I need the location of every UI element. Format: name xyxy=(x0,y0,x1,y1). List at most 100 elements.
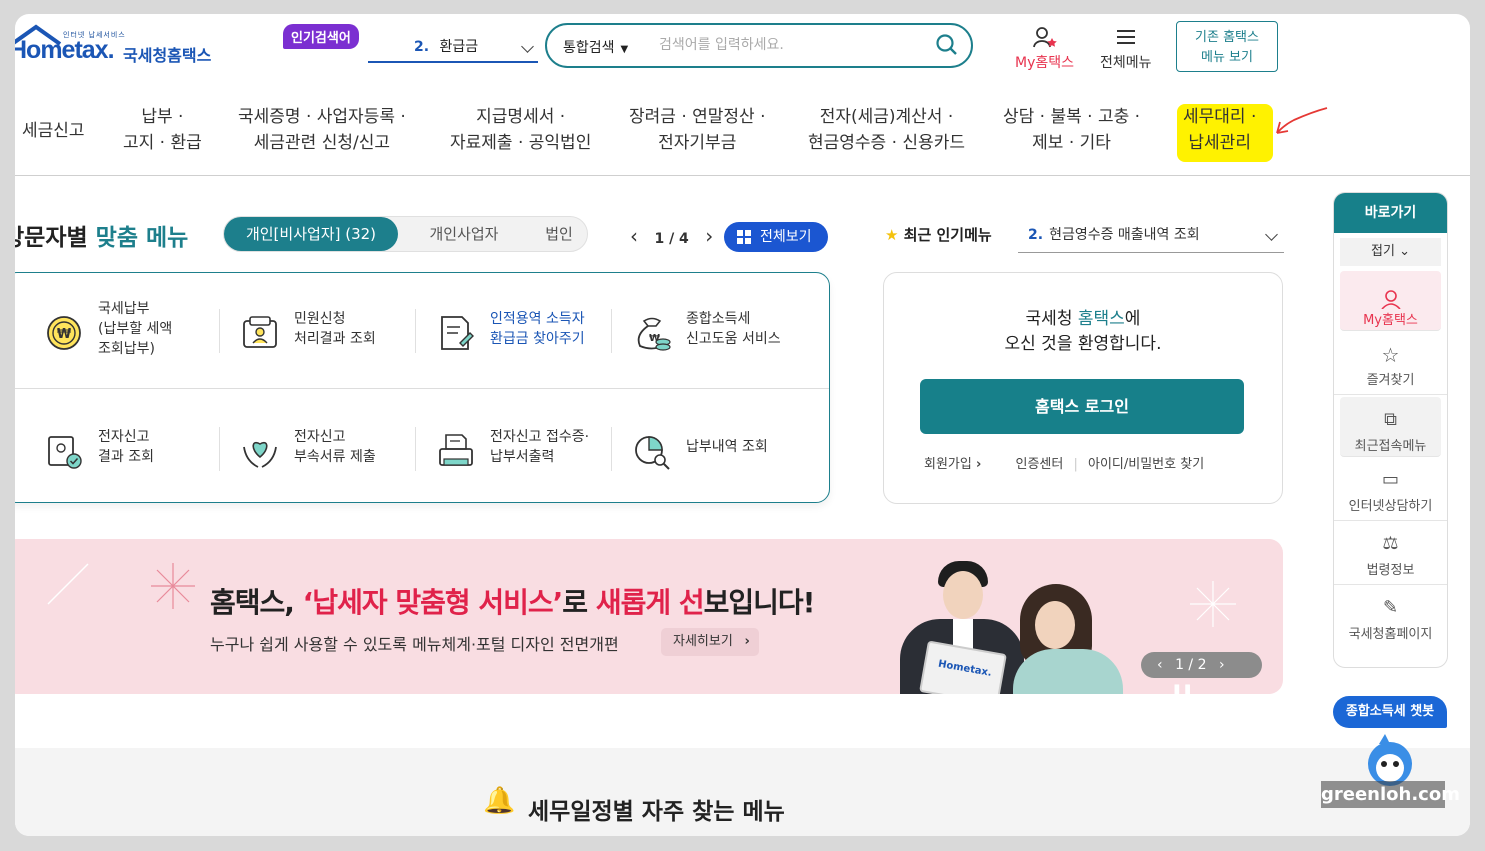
tab-corporation[interactable]: 법인 xyxy=(524,217,594,251)
fold-button[interactable]: 접기 ⌄ xyxy=(1340,238,1441,266)
menu-tax-payment[interactable]: ₩ 국세납부 (납부할 세액 조회납부) xyxy=(24,291,220,371)
visitor-tabs: 개인[비사업자] (32) 개인사업자 법인 xyxy=(223,216,588,252)
find-account-link[interactable]: 아이디/비밀번호 찾기 xyxy=(1088,457,1204,472)
banner-subtitle: 누구나 쉽게 사용할 수 있도록 메뉴체계·포털 디자인 전면개편 xyxy=(210,635,619,654)
search-input[interactable] xyxy=(659,34,919,56)
banner-title: 홈택스, ‘납세자 맞춤형 서비스’로 새롭게 선보입니다! xyxy=(210,581,815,621)
search-icon[interactable] xyxy=(935,33,959,57)
recent-label-text: 최근 인기메뉴 xyxy=(903,226,992,244)
search-scope-select[interactable]: 통합검색 ▼ xyxy=(563,37,628,57)
welcome-b: 홈택스 xyxy=(1077,309,1125,329)
chevron-right-icon[interactable]: › xyxy=(1219,657,1225,673)
menu-income-tax-help[interactable]: ₩ 종합소득세 신고도움 서비스 xyxy=(612,291,808,371)
banner-t2: ‘납세자 맞춤형 서비스’ xyxy=(302,586,564,619)
old-hometax-button[interactable]: 기존 홈택스 메뉴 보기 xyxy=(1176,21,1278,72)
menu-refund-finder[interactable]: 인적용역 소득자 환급금 찾아주기 xyxy=(416,291,612,371)
recent-menu-icon: ⧉ xyxy=(1384,409,1397,430)
cell-label: 인적용역 소득자 환급금 찾아주기 xyxy=(490,311,585,347)
menu-receipt-print[interactable]: 전자신고 접수증· 납부서출력 xyxy=(416,409,612,489)
quick-law[interactable]: ⚖ 법령정보 xyxy=(1334,521,1447,585)
promo-banner[interactable]: 홈택스, ‘납세자 맞춤형 서비스’로 새롭게 선보입니다! 누구나 쉽게 사용… xyxy=(15,539,1283,694)
nav-certificate[interactable]: 국세증명 · 사업자등록 · 세금관련 신청/신고 xyxy=(238,104,406,156)
login-button[interactable]: 홈택스 로그인 xyxy=(920,379,1244,434)
banner-t4: 새롭게 선 xyxy=(595,586,705,619)
search-box: 통합검색 ▼ xyxy=(545,23,973,68)
nav-incentive[interactable]: 장려금 · 연말정산 · 전자기부금 xyxy=(629,104,766,156)
chevron-down-icon: ⌄ xyxy=(1399,244,1410,259)
quick-recent[interactable]: ⧉ 최근접속메뉴 xyxy=(1340,397,1441,457)
nav-tax-return[interactable]: 세금신고 xyxy=(22,118,85,144)
money-bag-icon: ₩ xyxy=(637,317,671,351)
man-face xyxy=(943,571,983,619)
quick-label: 인터넷상담하기 xyxy=(1348,499,1433,514)
monitor-check-icon: ▭ xyxy=(1381,469,1399,490)
quick-consult[interactable]: ▭ 인터넷상담하기 xyxy=(1334,457,1447,521)
login-links: 회원가입 › 인증센터 | 아이디/비밀번호 찾기 xyxy=(924,453,1254,472)
welcome-a: 국세청 xyxy=(1025,309,1078,329)
nav-statement[interactable]: 지급명세서 · 자료제출 · 공익법인 xyxy=(450,104,591,156)
welcome-c: 에 xyxy=(1124,309,1141,329)
cert-center-link[interactable]: 인증센터 xyxy=(1015,457,1063,472)
caret-down-icon: ▼ xyxy=(620,44,629,55)
custom-menu-grid: ₩ 국세납부 (납부할 세액 조회납부) 민원신청 처리결과 조회 인적용역 소… xyxy=(15,272,830,503)
signup-link[interactable]: 회원가입 › xyxy=(924,457,981,472)
recent-popular-select[interactable]: 2. 현금영수증 매출내역 조회 xyxy=(1018,220,1284,253)
nav-tax-agent[interactable]: 세무대리 · 납세관리 xyxy=(1183,104,1256,156)
chatbot-button[interactable]: 종합소득세 챗봇 xyxy=(1333,696,1447,728)
logo-korean[interactable]: 국세청홈택스 xyxy=(123,42,211,66)
welcome-line2: 오신 것을 환영합니다. xyxy=(1004,334,1162,354)
grid-divider xyxy=(15,388,829,389)
cell-label: 전자신고 접수증· 납부서출력 xyxy=(490,429,590,465)
chevron-down-icon xyxy=(1265,228,1278,241)
nav-e-invoice[interactable]: 전자(세금)계산서 · 현금영수증 · 신용카드 xyxy=(808,104,965,156)
all-menu-label: 전체메뉴 xyxy=(1100,55,1152,71)
quick-label: My홈택스 xyxy=(1363,313,1418,328)
chevron-left-icon[interactable]: ‹ xyxy=(630,224,638,248)
laptop-logo: Hometax. xyxy=(937,658,993,679)
banner-more-button[interactable]: 자세히보기 › xyxy=(661,628,759,656)
chevron-down-icon xyxy=(521,40,534,53)
view-all-button[interactable]: 전체보기 xyxy=(724,222,828,252)
title-part-b: 맞춤 메뉴 xyxy=(95,225,189,251)
quick-label: 법령정보 xyxy=(1366,563,1415,578)
old-hometax-line2: 메뉴 보기 xyxy=(1201,50,1253,65)
visitor-menu-title: 방문자별 맞춤 메뉴 xyxy=(15,218,188,252)
fold-label: 접기 xyxy=(1371,244,1395,259)
quick-my-hometax[interactable]: My홈택스 xyxy=(1340,271,1441,331)
popular-rank: 2. xyxy=(414,39,430,55)
recent-value: 현금영수증 매출내역 조회 xyxy=(1049,227,1200,243)
cell-label: 전자신고 부속서류 제출 xyxy=(294,429,376,465)
chevron-left-icon[interactable]: ‹ xyxy=(1157,657,1163,673)
quick-nts-home[interactable]: ✎ 국세청홈페이지 xyxy=(1334,585,1447,649)
tab-business[interactable]: 개인사업자 xyxy=(414,217,514,251)
menu-civil-result[interactable]: 민원신청 처리결과 조회 xyxy=(220,291,416,371)
logo[interactable]: Hometax. xyxy=(15,36,115,65)
banner-controls: ‹ 1 / 2 › ❚❚ xyxy=(1141,652,1262,694)
chevron-right-icon[interactable]: › xyxy=(705,224,713,248)
nav-consult[interactable]: 상담 · 불복 · 고충 · 제보 · 기타 xyxy=(1003,104,1140,156)
quick-favorites[interactable]: ☆ 즐겨찾기 xyxy=(1334,331,1447,395)
menu-attachment-submit[interactable]: 전자신고 부속서류 제출 xyxy=(220,409,416,489)
quick-label: 국세청홈페이지 xyxy=(1348,627,1433,642)
view-all-label: 전체보기 xyxy=(760,229,812,245)
chevron-right-icon: › xyxy=(975,457,982,472)
all-menu-button[interactable]: 전체메뉴 xyxy=(1100,26,1152,72)
red-arrow-annotation-icon xyxy=(1276,107,1328,134)
nav-payment[interactable]: 납부 · 고지 · 환급 xyxy=(123,104,202,156)
old-hometax-line1: 기존 홈택스 xyxy=(1195,30,1259,45)
menu-e-filing-result[interactable]: 전자신고 결과 조회 xyxy=(24,409,220,489)
cell-label: 납부내역 조회 xyxy=(686,439,768,455)
tab-personal[interactable]: 개인[비사업자] (32) xyxy=(224,217,398,251)
quick-label: 즐겨찾기 xyxy=(1366,373,1415,388)
banner-pager: 1 / 2 xyxy=(1175,657,1207,673)
printer-icon xyxy=(439,434,473,466)
svg-text:₩: ₩ xyxy=(57,327,72,342)
cell-label: 종합소득세 신고도움 서비스 xyxy=(686,311,781,347)
user-icon xyxy=(1380,290,1401,309)
pie-search-icon xyxy=(635,436,670,470)
menu-payment-history[interactable]: 납부내역 조회 xyxy=(612,409,808,489)
popular-search-select[interactable]: 2. 환급금 xyxy=(368,36,538,63)
my-hometax-button[interactable]: My홈택스 xyxy=(1015,26,1074,72)
pause-icon[interactable]: ❚❚ xyxy=(1171,683,1193,694)
sparkle-icon xyxy=(151,563,195,609)
